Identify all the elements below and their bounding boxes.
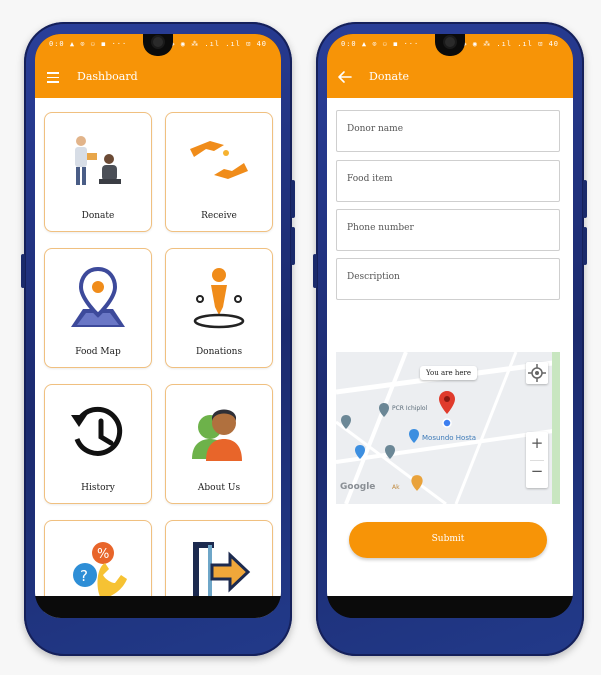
contact-icon: % ? <box>73 542 127 599</box>
food-item-field[interactable]: Food item <box>336 160 560 202</box>
map-place-label: Mosundo Hosta <box>422 434 477 442</box>
divider <box>530 460 544 461</box>
donor-name-placeholder: Donor name <box>347 124 404 134</box>
power-button <box>291 227 295 265</box>
notch <box>435 34 465 56</box>
food-item-placeholder: Food item <box>347 174 393 184</box>
app-bar: Dashboard <box>35 58 281 98</box>
poi-pin-icon <box>341 415 351 429</box>
poi-pin-icon <box>409 429 419 443</box>
tile-donate[interactable]: Donate <box>44 112 152 232</box>
navigation-bar <box>35 596 281 618</box>
location-pin-icon <box>439 391 455 428</box>
donor-name-field[interactable]: Donor name <box>336 110 560 152</box>
tile-receive-label: Receive <box>201 211 237 221</box>
poi-pin-icon <box>379 403 389 417</box>
tile-history[interactable]: History <box>44 384 152 504</box>
zoom-out-button[interactable]: − <box>526 462 548 480</box>
back-arrow-icon[interactable] <box>337 69 353 85</box>
description-placeholder: Description <box>347 272 400 282</box>
right-phone: 0:0 ▲ ⊙ ⚇ ◼ ··· ⊙ ◈ ◉ ⁂ .ıl .ıl ⊡ 40 Don… <box>313 22 587 656</box>
tile-receive[interactable]: Receive <box>165 112 273 232</box>
zoom-in-button[interactable]: + <box>526 434 548 452</box>
map-place-label: PCR Ichiplol <box>392 405 428 412</box>
side-button <box>21 254 25 288</box>
submit-button[interactable]: Submit <box>349 522 547 558</box>
menu-icon[interactable] <box>47 72 59 83</box>
history-icon <box>71 406 123 456</box>
status-right: ⊙ ◈ ◉ ⁂ .ıl .ıl ⊡ 40 <box>159 40 267 48</box>
tile-donations[interactable]: Donations <box>165 248 273 368</box>
status-bar: 0:0 ▲ ⊙ ⚇ ◼ ··· ⊙ ◈ ◉ ⁂ .ıl .ıl ⊡ 40 <box>327 34 573 58</box>
dashboard-screen: 0:0 ▲ ⊙ ⚇ ◼ ··· ⊙ ◈ ◉ ⁂ .ıl .ıl ⊡ 40 Das… <box>35 34 281 618</box>
location-map[interactable]: You are here PCR Ichiplol Mosundo Hosta … <box>336 352 560 504</box>
dashboard-grid: Donate Receive Food Map Donations Histor… <box>35 98 281 618</box>
notch <box>143 34 173 56</box>
status-left: 0:0 ▲ ⊙ ⚇ ◼ ··· <box>341 40 420 48</box>
my-location-button[interactable] <box>526 362 548 384</box>
donate-icon <box>75 136 121 185</box>
status-left: 0:0 ▲ ⊙ ⚇ ◼ ··· <box>49 40 128 48</box>
tile-food-map[interactable]: Food Map <box>44 248 152 368</box>
tile-food-map-label: Food Map <box>75 347 121 357</box>
map-pin-icon <box>71 266 125 327</box>
map-place-label: Ak <box>392 484 400 491</box>
volume-button <box>291 180 295 218</box>
tile-about-us[interactable]: About Us <box>165 384 273 504</box>
phone-number-field[interactable]: Phone number <box>336 209 560 251</box>
power-button <box>583 227 587 265</box>
page-title: Donate <box>369 70 410 83</box>
tile-history-label: History <box>81 483 115 493</box>
description-field[interactable]: Description <box>336 258 560 300</box>
left-phone: 0:0 ▲ ⊙ ⚇ ◼ ··· ⊙ ◈ ◉ ⁂ .ıl .ıl ⊡ 40 Das… <box>21 22 295 656</box>
page-title: Dashboard <box>77 70 138 83</box>
camera-icon <box>445 37 455 47</box>
poi-pin-icon <box>411 475 423 491</box>
donate-screen: 0:0 ▲ ⊙ ⚇ ◼ ··· ⊙ ◈ ◉ ⁂ .ıl .ıl ⊡ 40 Don… <box>327 34 573 618</box>
tile-donate-label: Donate <box>81 211 115 221</box>
receive-icon <box>190 141 248 179</box>
you-are-here-callout: You are here <box>420 366 477 380</box>
status-bar: 0:0 ▲ ⊙ ⚇ ◼ ··· ⊙ ◈ ◉ ⁂ .ıl .ıl ⊡ 40 <box>35 34 281 58</box>
tile-donations-label: Donations <box>195 347 243 357</box>
app-bar: Donate <box>327 58 573 98</box>
poi-pin-icon <box>355 445 365 459</box>
crosshair-icon <box>528 364 546 382</box>
camera-icon <box>153 37 163 47</box>
phone-number-placeholder: Phone number <box>347 223 414 233</box>
zoom-controls: + − <box>526 432 548 488</box>
status-right: ⊙ ◈ ◉ ⁂ .ıl .ıl ⊡ 40 <box>451 40 559 48</box>
navigation-bar <box>327 596 573 618</box>
map-provider-logo: Google <box>340 482 376 492</box>
svg-text:?: ? <box>80 567 88 585</box>
tile-about-us-label: About Us <box>197 483 241 493</box>
donate-form: Donor name Food item Phone number Descri… <box>327 98 573 596</box>
volume-button <box>583 180 587 218</box>
donations-icon <box>193 268 245 329</box>
submit-label: Submit <box>431 534 465 544</box>
svg-text:%: % <box>97 547 109 562</box>
about-us-icon <box>192 409 242 461</box>
poi-pin-icon <box>385 445 395 459</box>
logout-icon <box>193 542 251 602</box>
side-button <box>313 254 317 288</box>
